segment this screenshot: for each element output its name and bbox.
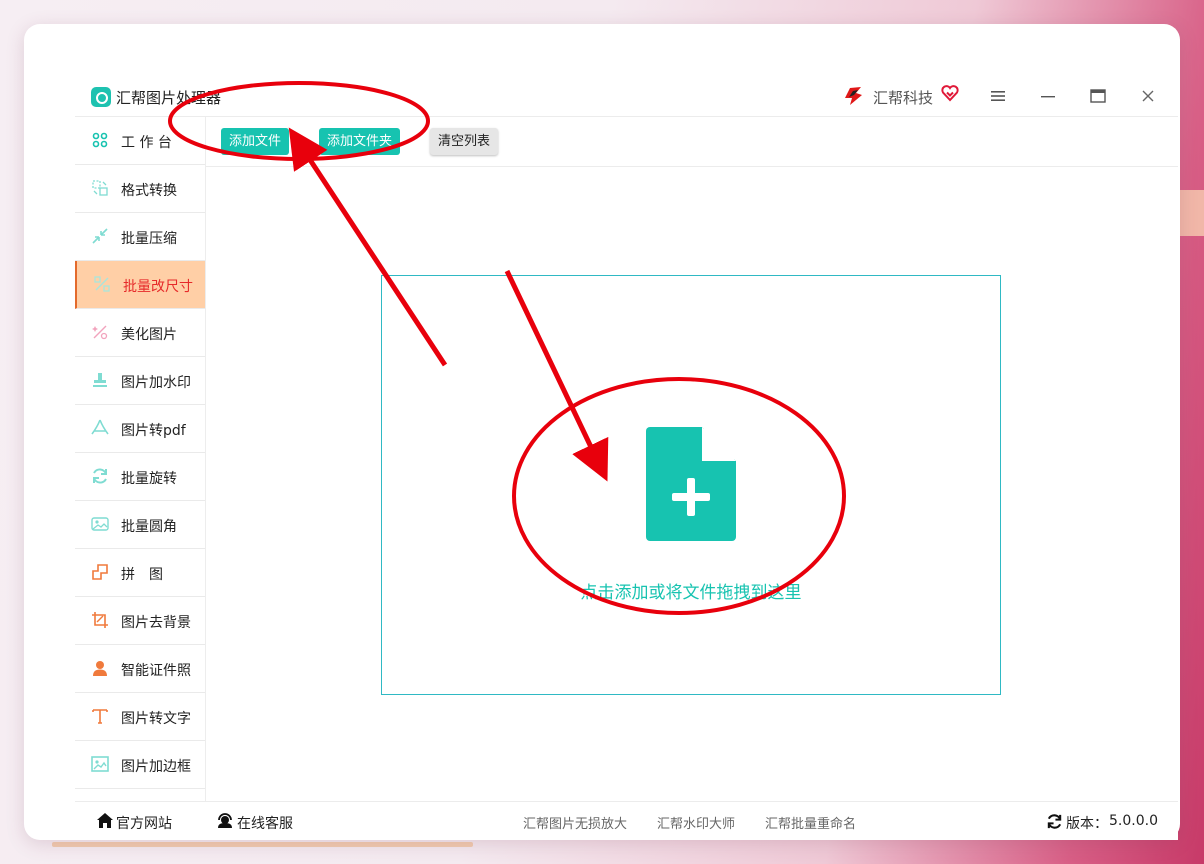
footer-link-lossless-upscale[interactable]: 汇帮图片无损放大 <box>523 813 627 832</box>
sidebar-item-add-border[interactable]: 图片加边框 <box>75 741 205 789</box>
sidebar-item-puzzle[interactable]: 拼 图 <box>75 549 205 597</box>
refresh-icon[interactable] <box>1046 813 1063 830</box>
pdf-icon <box>91 419 109 435</box>
frame-icon <box>91 756 109 772</box>
footer-link-watermark-master[interactable]: 汇帮水印大师 <box>657 813 735 832</box>
version-label: 版本： <box>1066 816 1108 832</box>
grid-icon <box>92 132 108 148</box>
background-line <box>52 842 473 847</box>
sidebar-item-batch-round-corner[interactable]: 批量圆角 <box>75 501 205 549</box>
footer: 官方网站 在线客服 汇帮图片无损放大 汇帮水印大师 汇帮批量重命名 版本： 5.… <box>75 801 1178 841</box>
toolbar: 添加文件 添加文件夹 清空列表 <box>206 117 1178 167</box>
sidebar-item-remove-background[interactable]: 图片去背景 <box>75 597 205 645</box>
person-icon <box>93 661 107 676</box>
sidebar-item-label: 图片加水印 <box>121 375 191 391</box>
drop-zone[interactable]: 点击添加或将文件拖拽到这里 <box>381 275 1001 695</box>
sidebar-item-label: 批量旋转 <box>121 471 177 487</box>
sidebar-item-label: 格式转换 <box>121 183 177 199</box>
resize-icon <box>94 276 110 292</box>
convert-icon <box>92 180 108 196</box>
sidebar-item-label: 图片转pdf <box>121 423 186 439</box>
rounded-image-icon <box>91 517 109 531</box>
home-icon[interactable] <box>96 812 114 829</box>
app-window: 汇帮图片处理器 汇帮科技 工 作 台 格式转换 批量压缩 批量改尺寸 美化图片 … <box>75 74 1178 840</box>
sidebar-item-label: 图片转文字 <box>121 711 191 727</box>
title-bar: 汇帮图片处理器 汇帮科技 <box>75 74 1178 117</box>
minimize-icon[interactable] <box>1033 82 1063 110</box>
background-band <box>1180 190 1204 236</box>
sidebar-item-label: 智能证件照 <box>121 663 191 679</box>
sidebar-item-label: 批量改尺寸 <box>123 279 193 295</box>
app-logo-icon <box>91 87 111 107</box>
add-file-icon[interactable] <box>646 427 736 541</box>
sidebar: 工 作 台 格式转换 批量压缩 批量改尺寸 美化图片 图片加水印 图片转pdf … <box>75 117 206 801</box>
sidebar-item-watermark[interactable]: 图片加水印 <box>75 357 205 405</box>
beautify-icon <box>92 325 108 340</box>
sidebar-item-label: 批量圆角 <box>121 519 177 535</box>
sidebar-item-label: 工 作 台 <box>121 135 172 151</box>
sidebar-item-label: 批量压缩 <box>121 231 177 247</box>
hamburger-icon[interactable] <box>983 82 1013 110</box>
drop-zone-text[interactable]: 点击添加或将文件拖拽到这里 <box>382 578 1000 603</box>
close-icon[interactable] <box>1133 82 1163 110</box>
add-file-button[interactable]: 添加文件 <box>221 128 290 155</box>
sidebar-item-batch-resize[interactable]: 批量改尺寸 <box>75 261 205 309</box>
sidebar-item-id-photo[interactable]: 智能证件照 <box>75 645 205 693</box>
online-support-link[interactable]: 在线客服 <box>237 813 293 833</box>
sidebar-item-batch-compress[interactable]: 批量压缩 <box>75 213 205 261</box>
app-title: 汇帮图片处理器 <box>116 89 222 107</box>
official-site-link[interactable]: 官方网站 <box>116 813 172 833</box>
sidebar-item-label: 图片加边框 <box>121 759 191 775</box>
sidebar-item-beautify[interactable]: 美化图片 <box>75 309 205 357</box>
brand-name: 汇帮科技 <box>873 89 934 107</box>
headset-icon[interactable] <box>216 812 234 829</box>
app-card: 汇帮图片处理器 汇帮科技 工 作 台 格式转换 批量压缩 批量改尺寸 美化图片 … <box>24 24 1180 840</box>
heart-icon[interactable] <box>941 84 959 102</box>
text-icon <box>92 709 108 724</box>
clear-list-button[interactable]: 清空列表 <box>430 128 499 155</box>
crop-icon <box>92 612 108 628</box>
sidebar-item-label: 拼 图 <box>121 567 163 583</box>
stamp-icon <box>93 373 107 387</box>
rotate-icon <box>93 468 107 484</box>
sidebar-item-workbench[interactable]: 工 作 台 <box>75 117 205 165</box>
sidebar-item-image-to-text[interactable]: 图片转文字 <box>75 693 205 741</box>
brand-logo-icon <box>845 87 862 105</box>
sidebar-item-label: 美化图片 <box>121 327 177 343</box>
sidebar-item-format-convert[interactable]: 格式转换 <box>75 165 205 213</box>
maximize-icon[interactable] <box>1083 82 1113 110</box>
sidebar-item-label: 图片去背景 <box>121 615 191 631</box>
add-folder-button[interactable]: 添加文件夹 <box>319 128 401 155</box>
version-number: 5.0.0.0 <box>1109 813 1158 829</box>
puzzle-icon <box>92 564 108 580</box>
sidebar-item-to-pdf[interactable]: 图片转pdf <box>75 405 205 453</box>
compress-icon <box>92 228 108 244</box>
sidebar-item-batch-rotate[interactable]: 批量旋转 <box>75 453 205 501</box>
footer-link-batch-rename[interactable]: 汇帮批量重命名 <box>765 813 856 832</box>
